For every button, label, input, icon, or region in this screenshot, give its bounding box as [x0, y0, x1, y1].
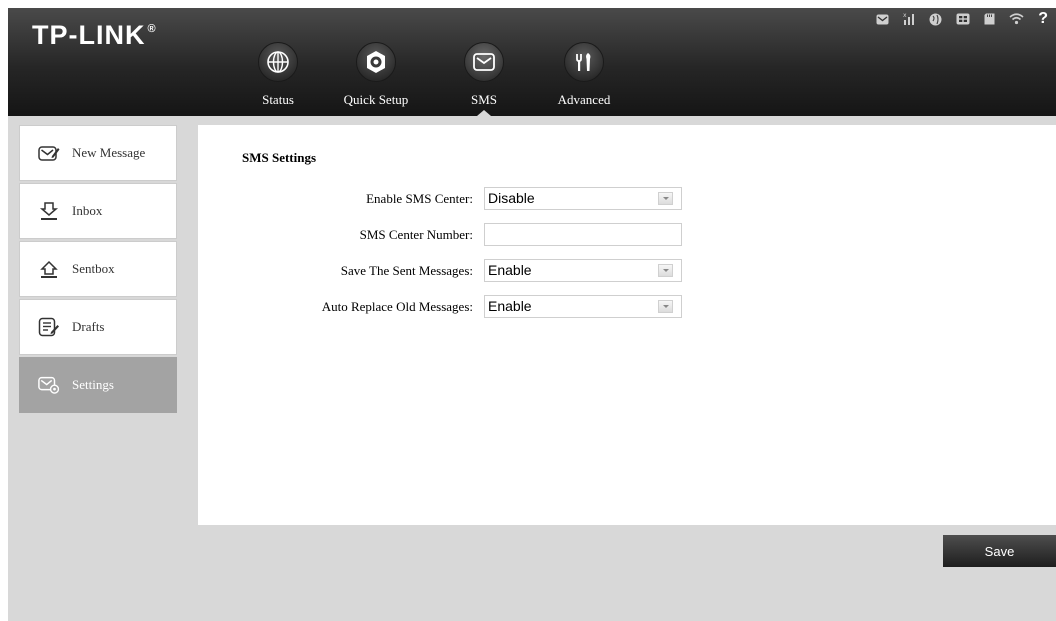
chevron-down-icon[interactable] [658, 264, 673, 277]
nav-status-label: Status [262, 92, 294, 107]
chevron-down-icon[interactable] [658, 300, 673, 313]
sidebar-item-inbox[interactable]: Inbox [19, 183, 177, 239]
chevron-down-icon[interactable] [658, 192, 673, 205]
sms-center-number-row: SMS Center Number: [198, 223, 1056, 247]
header: TP-LINK ® x ? Status Quick Setup SMS Adv… [8, 8, 1056, 116]
sidebar-item-label: Drafts [72, 319, 105, 334]
settings-icon [38, 374, 60, 396]
sms-settings-panel: SMS Settings Enable SMS Center: Disable … [198, 125, 1056, 525]
envelope-icon [464, 42, 504, 82]
logo: TP-LINK ® [32, 20, 157, 50]
sms-status-icon [876, 14, 889, 25]
save-button[interactable]: Save [943, 535, 1056, 567]
auto-replace-value: Enable [488, 298, 532, 314]
auto-replace-label: Auto Replace Old Messages: [321, 299, 473, 314]
sms-center-number-label: SMS Center Number: [359, 227, 473, 242]
status-bar: x ? [876, 10, 1048, 28]
sidebar-item-new-message[interactable]: New Message [19, 125, 177, 181]
svg-text:x: x [903, 12, 907, 19]
drafts-icon [38, 316, 60, 338]
sidebar: New Message Inbox Sentbox Drafts Setting… [19, 125, 177, 415]
save-sent-label: Save The Sent Messages: [340, 263, 473, 278]
enable-sms-center-row: Enable SMS Center: Disable [198, 187, 1056, 211]
gear-icon [356, 42, 396, 82]
internet-icon [929, 13, 942, 26]
auto-replace-select[interactable]: Enable [484, 295, 682, 318]
nav-advanced[interactable]: Advanced [548, 38, 620, 116]
sidebar-item-settings[interactable]: Settings [19, 357, 177, 413]
sms-center-number-input[interactable] [484, 223, 682, 246]
inbox-icon [38, 200, 60, 222]
sidebar-item-label: Settings [72, 377, 114, 392]
new-message-icon [38, 142, 60, 164]
sidebar-item-label: New Message [72, 145, 146, 160]
sidebar-item-label: Sentbox [72, 261, 115, 276]
sd-card-icon [984, 13, 995, 25]
enable-sms-center-select[interactable]: Disable [484, 187, 682, 210]
signal-icon: x [903, 12, 915, 26]
sidebar-item-label: Inbox [72, 203, 103, 218]
auto-replace-row: Auto Replace Old Messages: Enable [198, 295, 1056, 319]
sidebar-item-sentbox[interactable]: Sentbox [19, 241, 177, 297]
save-sent-row: Save The Sent Messages: Enable [198, 259, 1056, 283]
page-title: SMS Settings [242, 150, 317, 165]
nav-advanced-label: Advanced [557, 92, 611, 107]
sentbox-icon [38, 258, 60, 280]
sidebar-item-drafts[interactable]: Drafts [19, 299, 177, 355]
globe-icon [258, 42, 298, 82]
nav-sms[interactable]: SMS [454, 38, 514, 116]
tools-icon [564, 42, 604, 82]
save-sent-value: Enable [488, 262, 532, 278]
network-mode-icon [956, 13, 970, 25]
nav-sms-label: SMS [470, 92, 498, 107]
page: TP-LINK ® x ? Status Quick Setup SMS Adv… [8, 8, 1056, 621]
nav-quick-setup-label: Quick Setup [343, 92, 409, 107]
nav-status[interactable]: Status [247, 38, 309, 116]
nav-quick-setup[interactable]: Quick Setup [333, 38, 419, 116]
enable-sms-center-value: Disable [488, 190, 535, 206]
wifi-icon [1009, 13, 1024, 25]
help-icon[interactable]: ? [1038, 10, 1048, 28]
enable-sms-center-label: Enable SMS Center: [366, 191, 473, 206]
save-sent-select[interactable]: Enable [484, 259, 682, 282]
